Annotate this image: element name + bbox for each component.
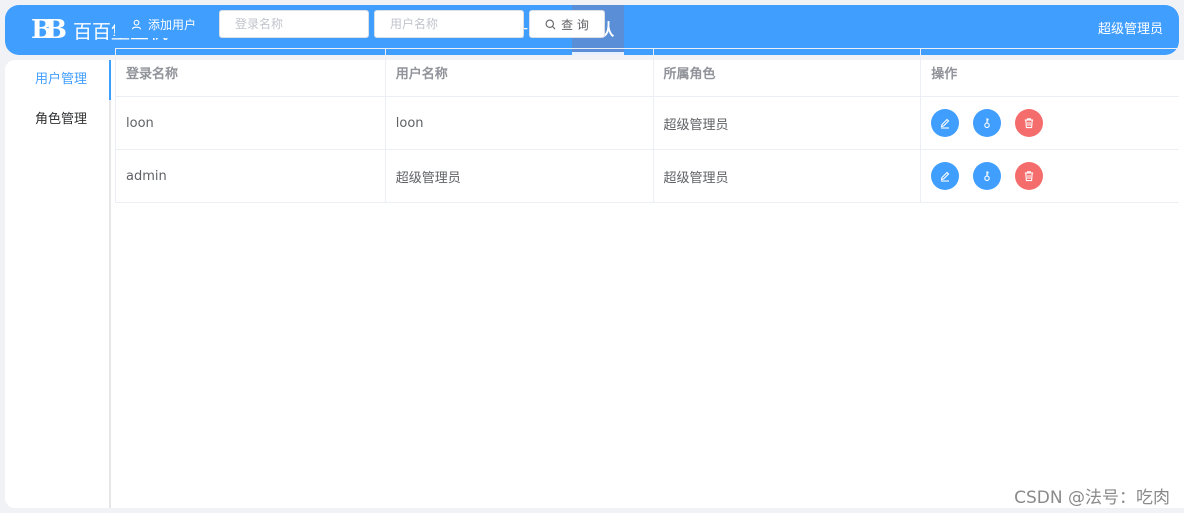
trash-icon: [1025, 118, 1034, 129]
search-label: 查 询: [561, 17, 589, 32]
column-header-name: 用户名称: [386, 49, 654, 96]
key-button[interactable]: [973, 162, 1002, 190]
key-icon: [984, 118, 991, 129]
watermark: CSDN @法号：吃肉: [1014, 488, 1170, 508]
cell-role: 超级管理员: [654, 97, 922, 149]
delete-button[interactable]: [1015, 109, 1044, 137]
edit-button[interactable]: [931, 109, 960, 137]
table-row: loon loon 超级管理员: [116, 97, 1179, 150]
search-button[interactable]: 查 询: [529, 10, 605, 38]
cell-name: 超级管理员: [386, 150, 654, 202]
sidebar-item-user-management[interactable]: 用户管理: [5, 60, 111, 100]
column-header-role: 所属角色: [654, 49, 922, 96]
cell-actions: [921, 150, 1179, 202]
column-header-login: 登录名称: [116, 49, 386, 96]
cell-actions: [921, 97, 1179, 149]
user-table: 登录名称 用户名称 所属角色 操作 loon loon 超级管理员 admin …: [115, 48, 1179, 203]
cell-login: admin: [116, 150, 386, 202]
login-name-input[interactable]: [219, 10, 369, 38]
edit-button[interactable]: [931, 162, 960, 190]
add-user-button[interactable]: 添加用户: [115, 10, 212, 38]
delete-button[interactable]: [1015, 162, 1044, 190]
toolbar: 添加用户 查 询: [115, 10, 605, 38]
add-user-label: 添加用户: [147, 17, 196, 32]
logo-mark-icon: BB: [31, 15, 67, 45]
edit-icon: [940, 171, 950, 182]
cell-name: loon: [386, 97, 654, 149]
user-icon: [131, 19, 142, 29]
sidebar: 用户管理 角色管理: [5, 60, 111, 508]
column-header-actions: 操作: [931, 67, 958, 82]
cell-role: 超级管理员: [654, 150, 922, 202]
table-row: admin 超级管理员 超级管理员: [116, 150, 1179, 203]
key-button[interactable]: [973, 109, 1002, 137]
edit-icon: [940, 118, 950, 129]
sidebar-item-role-management[interactable]: 角色管理: [5, 100, 109, 140]
key-icon: [984, 171, 991, 182]
user-name-input[interactable]: [374, 10, 524, 38]
trash-icon: [1025, 171, 1034, 182]
cell-login: loon: [116, 97, 386, 149]
search-icon: [545, 19, 556, 29]
table-header-row: 登录名称 用户名称 所属角色 操作: [116, 49, 1179, 97]
